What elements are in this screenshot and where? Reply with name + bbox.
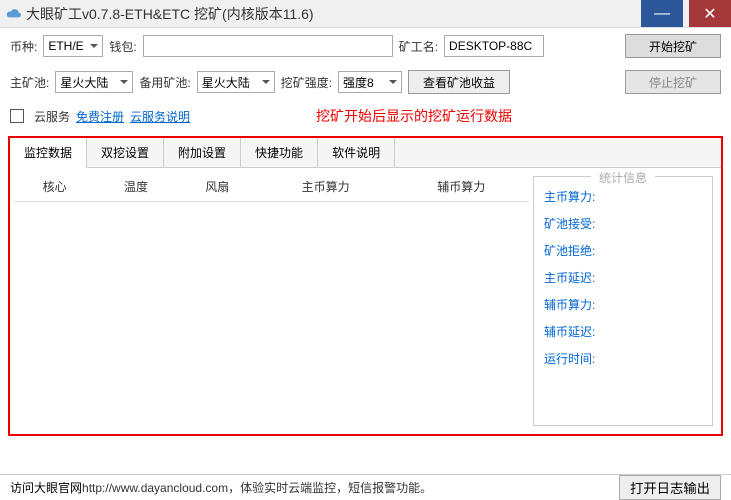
tab-bar: 监控数据 双挖设置 附加设置 快捷功能 软件说明 [10, 138, 721, 168]
stop-mining-button[interactable]: 停止挖矿 [625, 70, 721, 94]
footer-url[interactable]: http://www.dayancloud.com [82, 481, 228, 495]
tab-dual-mining[interactable]: 双挖设置 [87, 138, 164, 167]
register-link[interactable]: 免费注册 [76, 108, 124, 125]
minimize-button[interactable]: — [641, 0, 683, 27]
footer-suffix: ，体验实时云端监控，短信报警功能。 [228, 479, 432, 496]
view-pool-earnings-button[interactable]: 查看矿池收益 [408, 70, 510, 94]
cloud-row: 云服务 免费注册 云服务说明 挖矿开始后显示的挖矿运行数据 [0, 100, 731, 132]
stat-runtime: 运行时间: [544, 345, 702, 372]
footer-prefix: 访问大眼官网 [10, 479, 82, 496]
start-mining-button[interactable]: 开始挖矿 [625, 34, 721, 58]
miner-name-input[interactable] [444, 35, 544, 57]
tab-extra-settings[interactable]: 附加设置 [164, 138, 241, 167]
stat-aux-hashrate: 辅币算力: [544, 291, 702, 318]
th-core: 核心 [14, 172, 95, 202]
open-log-button[interactable]: 打开日志输出 [619, 475, 721, 500]
miner-name-label: 矿工名: [399, 38, 438, 55]
tab-quick-functions[interactable]: 快捷功能 [241, 138, 318, 167]
coin-select[interactable] [43, 35, 103, 57]
th-temp: 温度 [95, 172, 176, 202]
cloud-checkbox[interactable] [10, 109, 24, 123]
config-row-1: 币种: 钱包: 矿工名: 开始挖矿 [0, 28, 731, 64]
close-button[interactable]: ✕ [689, 0, 731, 27]
backup-pool-select[interactable] [197, 71, 275, 93]
cloud-label: 云服务 [34, 108, 70, 125]
wallet-input[interactable] [143, 35, 393, 57]
intensity-select[interactable] [338, 71, 402, 93]
th-aux-hashrate: 辅币算力 [393, 172, 529, 202]
cloud-help-link[interactable]: 云服务说明 [130, 108, 190, 125]
annotation-text: 挖矿开始后显示的挖矿运行数据 [316, 106, 512, 126]
tab-software-info[interactable]: 软件说明 [318, 138, 395, 167]
stat-pool-rejected: 矿池拒绝: [544, 237, 702, 264]
gpu-table-area: 核心 温度 风扇 主币算力 辅币算力 [14, 172, 529, 430]
stat-main-hashrate: 主币算力: [544, 183, 702, 210]
wallet-label: 钱包: [109, 38, 136, 55]
cloud-icon [6, 8, 22, 20]
th-main-hashrate: 主币算力 [258, 172, 394, 202]
stats-panel: 统计信息 主币算力: 矿池接受: 矿池拒绝: 主币延迟: 辅币算力: 辅币延迟:… [533, 176, 713, 426]
th-fan: 风扇 [177, 172, 258, 202]
stat-aux-latency: 辅币延迟: [544, 318, 702, 345]
stats-title: 统计信息 [591, 169, 655, 186]
main-pool-select[interactable] [55, 71, 133, 93]
titlebar: 大眼矿工v0.7.8-ETH&ETC 挖矿(内核版本11.6) — ✕ [0, 0, 731, 28]
coin-label: 币种: [10, 38, 37, 55]
main-panel: 监控数据 双挖设置 附加设置 快捷功能 软件说明 核心 温度 风扇 主币算力 辅… [8, 136, 723, 436]
stat-main-latency: 主币延迟: [544, 264, 702, 291]
main-pool-label: 主矿池: [10, 74, 49, 91]
intensity-label: 挖矿强度: [281, 74, 332, 91]
tab-monitor[interactable]: 监控数据 [10, 138, 87, 168]
gpu-table: 核心 温度 风扇 主币算力 辅币算力 [14, 172, 529, 202]
footer: 访问大眼官网 http://www.dayancloud.com ，体验实时云端… [0, 474, 731, 500]
config-row-2: 主矿池: 备用矿池: 挖矿强度: 查看矿池收益 停止挖矿 [0, 64, 731, 100]
backup-pool-label: 备用矿池: [139, 74, 190, 91]
window-title: 大眼矿工v0.7.8-ETH&ETC 挖矿(内核版本11.6) [26, 4, 641, 24]
tab-content: 核心 温度 风扇 主币算力 辅币算力 统计信息 主币算力: 矿池接受: 矿池拒绝… [10, 168, 721, 434]
stat-pool-accepted: 矿池接受: [544, 210, 702, 237]
